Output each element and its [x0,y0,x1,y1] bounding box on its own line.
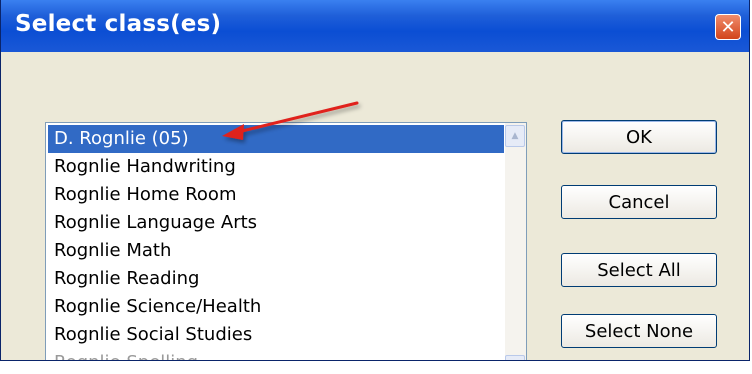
list-item[interactable]: Rognlie Science/Health [48,293,504,321]
title-bar[interactable]: Select class(es) ✕ [1,0,749,52]
list-item[interactable]: Rognlie Social Studies [48,321,504,349]
scroll-down-button[interactable] [505,355,525,360]
select-none-button[interactable]: Select None [561,314,717,348]
list-scrollbar[interactable]: ▲ [505,123,526,360]
dialog-title: Select class(es) [15,11,222,37]
ok-button[interactable]: OK [561,120,717,154]
cancel-button[interactable]: Cancel [561,185,717,219]
list-item[interactable]: Rognlie Math [48,237,504,265]
list-item[interactable]: Rognlie Handwriting [48,153,504,181]
list-item[interactable]: Rognlie Language Arts [48,209,504,237]
select-classes-dialog: Select class(es) ✕ D. Rognlie (05) Rognl… [0,0,750,361]
select-all-button[interactable]: Select All [561,253,717,287]
list-item[interactable]: D. Rognlie (05) [48,125,504,153]
class-list[interactable]: D. Rognlie (05) Rognlie Handwriting Rogn… [45,122,527,360]
list-item[interactable]: Rognlie Spelling [48,349,504,360]
close-icon[interactable]: ✕ [715,14,741,40]
scroll-up-arrow-icon[interactable]: ▲ [505,125,525,147]
list-item[interactable]: Rognlie Home Room [48,181,504,209]
list-item[interactable]: Rognlie Reading [48,265,504,293]
